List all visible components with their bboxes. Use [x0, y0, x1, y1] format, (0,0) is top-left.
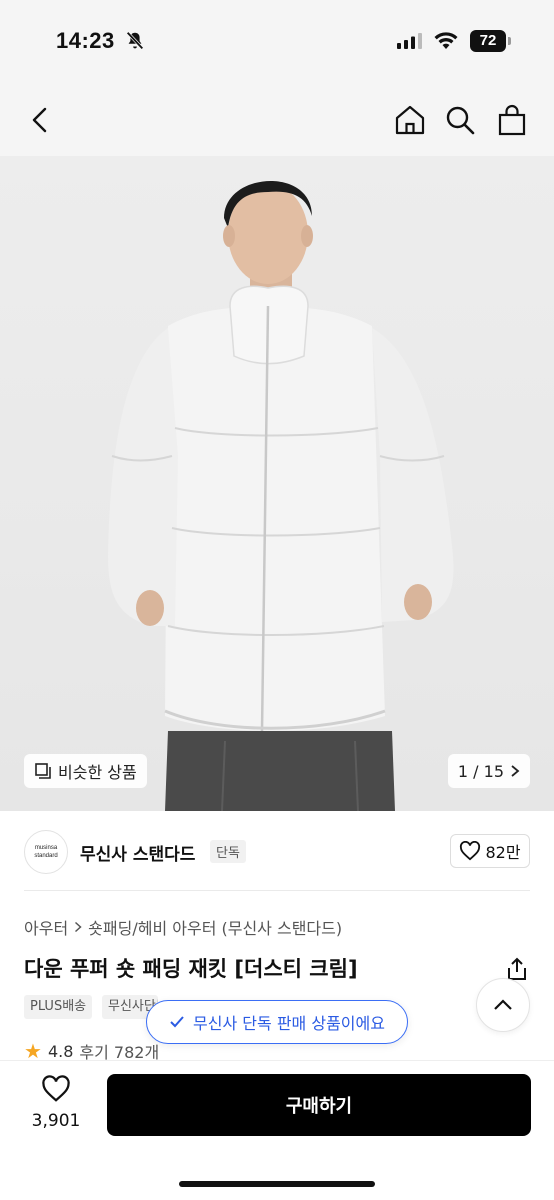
similar-label: 비슷한 상품	[58, 763, 137, 782]
status-bar: 14:23 72	[0, 0, 554, 84]
breadcrumb-item-category[interactable]: 아우터	[24, 915, 68, 939]
product-like-button[interactable]: 3,901	[28, 1075, 84, 1131]
home-indicator	[179, 1181, 375, 1187]
product-image[interactable]: 비슷한 상품 1 / 15	[0, 156, 554, 811]
toast-text: 무신사 단독 판매 상품이에요	[193, 1014, 385, 1033]
status-time: 14:23	[56, 28, 115, 53]
heart-icon	[459, 841, 481, 861]
tag-plus-delivery: PLUS배송	[24, 995, 93, 1019]
check-icon	[169, 1015, 185, 1029]
product-title: 다운 푸퍼 숏 패딩 재킷 [더스티 크림]	[24, 957, 358, 981]
back-icon[interactable]	[22, 102, 58, 138]
image-counter-text: 1 / 15	[457, 761, 504, 781]
signal-icon	[397, 33, 423, 53]
wifi-icon	[433, 29, 459, 55]
product-like-count: 3,901	[31, 1111, 81, 1131]
brand-like-count: 82만	[485, 843, 521, 862]
brand-name[interactable]: 무신사 스탠다드	[80, 840, 195, 865]
exclusive-badge: 단독	[210, 840, 246, 863]
bottom-action-bar: 3,901 구매하기	[0, 1060, 554, 1200]
brand-logo[interactable]: musinsa standard	[24, 830, 68, 874]
buy-button[interactable]: 구매하기	[107, 1074, 531, 1136]
model-illustration	[108, 180, 454, 811]
brand-row: musinsa standard 무신사 스탠다드 단독 82만	[0, 826, 554, 880]
breadcrumb-item-subcategory[interactable]: 숏패딩/헤비 아우터 (무신사 스탠다드)	[88, 915, 342, 939]
brand-like-button[interactable]: 82만	[450, 834, 530, 868]
scroll-top-button[interactable]	[476, 978, 530, 1032]
heart-icon	[28, 1075, 84, 1107]
breadcrumb: 아우터 숏패딩/헤비 아우터 (무신사 스탠다드)	[24, 915, 342, 939]
similar-icon	[34, 762, 52, 780]
battery-icon: 72	[470, 30, 506, 52]
chevron-right-icon	[74, 921, 82, 933]
chevron-up-icon	[493, 999, 513, 1011]
battery-tip	[508, 37, 511, 45]
brand-logo-line1: musinsa	[34, 845, 58, 851]
rating-row[interactable]: ★ 4.8 후기 782개	[24, 1040, 159, 1062]
star-icon: ★	[24, 1040, 42, 1062]
brand-logo-line2: standard	[34, 853, 58, 859]
image-counter[interactable]: 1 / 15	[447, 754, 530, 788]
bell-off-icon	[124, 30, 146, 56]
app-header	[0, 84, 554, 156]
shopping-bag-icon[interactable]	[494, 102, 530, 138]
review-count: 후기 782개	[79, 1043, 160, 1062]
chevron-right-icon	[510, 764, 520, 778]
home-icon[interactable]	[392, 102, 428, 138]
exclusive-toast: 무신사 단독 판매 상품이에요	[146, 1000, 408, 1044]
divider	[24, 890, 530, 891]
search-icon[interactable]	[442, 102, 478, 138]
rating-value: 4.8	[47, 1041, 74, 1061]
similar-products-button[interactable]: 비슷한 상품	[24, 754, 147, 788]
